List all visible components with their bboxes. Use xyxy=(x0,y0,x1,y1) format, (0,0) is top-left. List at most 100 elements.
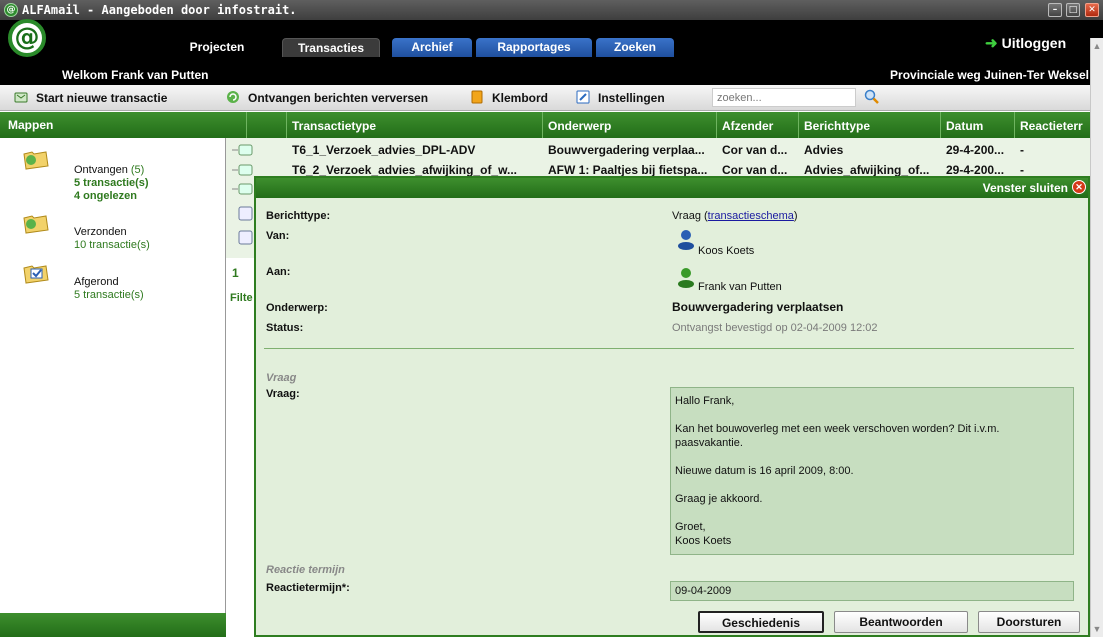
column-header[interactable]: Reactieterr xyxy=(1020,119,1083,133)
subject-value: Bouwvergadering verplaatsen xyxy=(672,300,844,314)
cell-type: T6_1_Verzoek_advies_DPL-ADV xyxy=(292,143,476,157)
clipboard-button[interactable]: Klembord xyxy=(470,90,548,105)
column-header[interactable]: Onderwerp xyxy=(548,119,611,133)
cell-subject: AFW 1: Paaltjes bij fietspa... xyxy=(548,163,708,177)
app-icon: @ xyxy=(4,3,18,17)
message-line: Koos Koets xyxy=(675,535,732,547)
cell-msgtype: Advies_afwijking_of... xyxy=(804,163,930,177)
cell-sender: Cor van d... xyxy=(722,163,788,177)
tab-zoeken[interactable]: Zoeken xyxy=(596,38,674,57)
logout-icon: ➜ xyxy=(985,35,998,52)
logout-label: Uitloggen xyxy=(1001,35,1067,51)
search-input[interactable] xyxy=(712,88,856,107)
cell-subject: Bouwvergadering verplaa... xyxy=(548,143,705,157)
folder-transactions: 5 transactie(s) xyxy=(74,289,144,301)
table-row[interactable]: T6_1_Verzoek_advies_DPL-ADV Bouwvergader… xyxy=(226,140,1103,160)
alfamail-logo: @ xyxy=(8,19,46,57)
cell-date: 29-4-200... xyxy=(946,143,1005,157)
tab-archief[interactable]: Archief xyxy=(392,38,472,57)
message-icon xyxy=(238,206,253,221)
folder-done-icon[interactable] xyxy=(22,262,50,284)
project-location: Provinciale weg Juinen-Ter Weksel xyxy=(890,68,1089,82)
filter-label[interactable]: Filte xyxy=(230,292,253,304)
message-line: Hallo Frank, xyxy=(675,395,735,407)
reply-button[interactable]: Beantwoorden xyxy=(834,611,968,633)
settings-button[interactable]: Instellingen xyxy=(576,90,665,105)
folder-verzonden[interactable]: Verzonden 10 transactie(s) xyxy=(74,226,150,252)
forward-button[interactable]: Doorsturen xyxy=(978,611,1080,633)
cell-msgtype: Advies xyxy=(804,143,844,157)
person-icon xyxy=(678,230,694,250)
logout-button[interactable]: ➜ Uitloggen xyxy=(985,34,1066,52)
berichttype-text: Vraag ( xyxy=(672,210,708,222)
sender-name: Koos Koets xyxy=(698,245,755,257)
column-header[interactable]: Afzender xyxy=(722,119,773,133)
field-label: Vraag: xyxy=(266,388,300,400)
message-icon xyxy=(238,230,253,245)
section-title: Vraag xyxy=(266,372,297,384)
cell-date: 29-4-200... xyxy=(946,163,1005,177)
page-number[interactable]: 1 xyxy=(232,266,239,280)
refresh-button[interactable]: Ontvangen berichten verversen xyxy=(226,90,428,105)
field-label: Berichttype: xyxy=(266,210,331,222)
folder-unread: 4 ongelezen xyxy=(74,190,137,202)
clipboard-icon xyxy=(471,90,483,104)
message-icon xyxy=(232,183,253,195)
column-header[interactable]: Transactietype xyxy=(292,119,376,133)
new-transaction-icon xyxy=(14,92,28,103)
folder-count: (5) xyxy=(130,164,145,176)
column-header[interactable]: Berichttype xyxy=(804,119,870,133)
close-dialog-link[interactable]: Venster sluiten xyxy=(983,181,1068,195)
toolbar: Start nieuwe transactie Ontvangen berich… xyxy=(0,85,1103,111)
field-label: Aan: xyxy=(266,266,291,278)
field-label: Reactietermijn*: xyxy=(266,582,350,594)
folder-icon[interactable] xyxy=(22,212,50,234)
tab-rapportages[interactable]: Rapportages xyxy=(476,38,592,57)
minimize-icon[interactable]: – xyxy=(1048,3,1062,17)
scroll-up-icon[interactable]: ▲ xyxy=(1091,40,1103,52)
cell-type: T6_2_Verzoek_advies_afwijking_of_w... xyxy=(292,163,517,177)
section-title: Reactie termijn xyxy=(266,564,345,576)
message-line: Nieuwe datum is 16 april 2009, 8:00. xyxy=(675,465,854,477)
close-icon[interactable]: ✕ xyxy=(1072,180,1086,194)
column-header[interactable]: Datum xyxy=(946,119,983,133)
transactieschema-link[interactable]: transactieschema xyxy=(708,210,794,222)
folder-transactions: 10 transactie(s) xyxy=(74,239,150,251)
cell-reaction: - xyxy=(1020,163,1024,177)
tab-transacties[interactable]: Transacties xyxy=(282,38,380,57)
folder-afgerond[interactable]: Afgerond 5 transactie(s) xyxy=(74,276,144,302)
berichttype-close: ) xyxy=(793,210,798,222)
page-scrollbar[interactable]: ▲ ▼ xyxy=(1090,38,1103,637)
folder-name: Ontvangen xyxy=(74,164,128,176)
folders-header: Mappen xyxy=(0,112,226,138)
new-transaction-label: Start nieuwe transactie xyxy=(36,91,168,105)
folder-icon[interactable] xyxy=(22,148,50,170)
close-window-icon[interactable]: ✕ xyxy=(1085,3,1099,17)
folder-ontvangen[interactable]: Ontvangen (5) 5 transactie(s) 4 ongeleze… xyxy=(74,164,149,203)
scroll-down-icon[interactable]: ▼ xyxy=(1091,623,1103,635)
new-transaction-button[interactable]: Start nieuwe transactie xyxy=(14,90,167,105)
pager: 1 Filte xyxy=(226,258,256,318)
folder-transactions: 5 transactie(s) xyxy=(74,177,149,189)
message-icon xyxy=(232,144,253,156)
history-button[interactable]: Geschiedenis xyxy=(698,611,824,633)
reaction-date-field[interactable]: 09-04-2009 xyxy=(670,581,1074,601)
settings-label: Instellingen xyxy=(598,91,665,105)
welcome-text: Welkom Frank van Putten xyxy=(62,68,209,82)
welcome-bar: Welkom Frank van Putten Provinciale weg … xyxy=(0,65,1103,85)
field-label: Van: xyxy=(266,230,290,242)
refresh-icon xyxy=(227,91,239,103)
tab-projecten[interactable]: Projecten xyxy=(176,38,258,57)
folder-panel-footer xyxy=(0,613,226,637)
message-line: Graag je akkoord. xyxy=(675,493,763,505)
settings-icon xyxy=(576,90,590,104)
transaction-table-header: Transactietype Onderwerp Afzender Berich… xyxy=(226,112,1103,138)
person-icon xyxy=(678,268,694,288)
maximize-icon[interactable]: □ xyxy=(1066,3,1080,17)
folder-name: Verzonden xyxy=(74,226,127,238)
search-icon[interactable] xyxy=(864,89,880,105)
message-icon xyxy=(232,164,253,176)
message-line: Groet, xyxy=(675,521,706,533)
message-body: Hallo Frank, Kan het bouwoverleg met een… xyxy=(670,387,1074,555)
status-value: Ontvangst bevestigd op 02-04-2009 12:02 xyxy=(672,322,878,334)
